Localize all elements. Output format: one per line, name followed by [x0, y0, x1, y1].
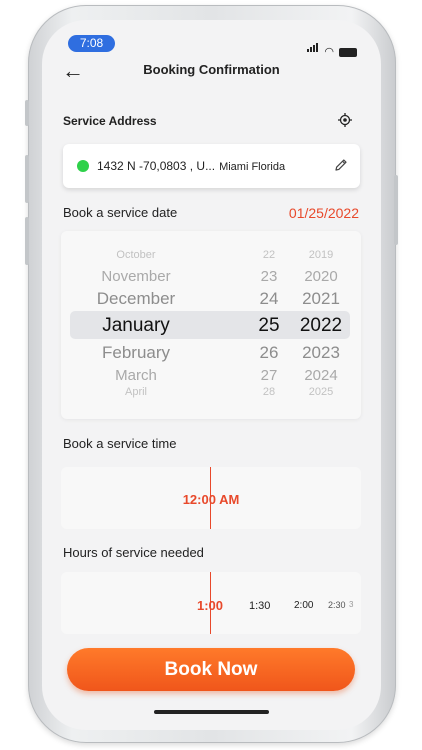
month-option[interactable]: December — [86, 289, 186, 309]
pencil-icon[interactable] — [334, 158, 348, 172]
wifi-icon: ◠ — [324, 46, 334, 58]
year-option[interactable]: 2021 — [286, 289, 356, 309]
hours-needed-label: Hours of service needed — [63, 545, 204, 560]
address-text: 1432 N -70,0803 , U... Miami Florida — [97, 159, 285, 173]
year-wheel[interactable]: 2019 2020 2021 2022 2023 2024 2025 — [286, 231, 356, 419]
selected-date: 01/25/2022 — [288, 205, 359, 221]
year-option[interactable]: 2020 — [286, 268, 356, 285]
hour-option[interactable]: 3 — [349, 600, 353, 609]
hour-option[interactable]: 2:30 — [328, 600, 346, 610]
signal-icon — [307, 39, 319, 57]
status-dot — [77, 160, 89, 172]
month-option[interactable]: October — [86, 249, 186, 261]
address-city: Miami Florida — [219, 161, 286, 173]
home-indicator — [154, 710, 269, 714]
volume-down-button — [25, 217, 29, 265]
year-option[interactable]: 2019 — [286, 249, 356, 261]
battery-icon — [339, 48, 357, 57]
hour-option-selected[interactable]: 1:00 — [197, 598, 223, 613]
year-option[interactable]: 2023 — [286, 343, 356, 363]
volume-up-button — [25, 155, 29, 203]
date-picker[interactable]: October November December January Februa… — [61, 231, 361, 419]
service-date-label: Book a service date — [63, 205, 178, 220]
month-option[interactable]: February — [86, 343, 186, 363]
location-target-icon[interactable] — [338, 113, 352, 127]
selected-time: 12:00 AM — [182, 492, 240, 507]
month-option[interactable]: March — [86, 367, 186, 384]
address-card[interactable]: 1432 N -70,0803 , U... Miami Florida — [63, 144, 360, 188]
power-button — [394, 175, 398, 245]
year-option-selected[interactable]: 2022 — [286, 315, 356, 337]
service-address-label: Service Address — [63, 114, 157, 128]
hour-option[interactable]: 2:00 — [294, 600, 313, 611]
hour-option[interactable]: 1:30 — [249, 600, 270, 612]
status-time: 7:08 — [68, 35, 115, 52]
hours-selector[interactable]: 1:00 1:30 2:00 2:30 3 — [61, 572, 361, 634]
app-screen: 7:08 ◠ ← Booking Confirmation Service Ad… — [42, 20, 381, 730]
status-icons: ◠ — [307, 39, 357, 58]
month-option[interactable]: November — [86, 268, 186, 285]
month-option-selected[interactable]: January — [86, 315, 186, 337]
time-selector[interactable]: 12:00 AM — [61, 467, 361, 529]
year-option[interactable]: 2024 — [286, 367, 356, 384]
year-option[interactable]: 2025 — [286, 386, 356, 398]
month-wheel[interactable]: October November December January Februa… — [86, 231, 186, 419]
address-street: 1432 N -70,0803 , U... — [97, 159, 216, 173]
service-time-label: Book a service time — [63, 436, 177, 451]
mute-switch — [25, 100, 29, 126]
month-option[interactable]: April — [86, 386, 186, 398]
page-title: Booking Confirmation — [143, 62, 280, 77]
book-now-button[interactable]: Book Now — [67, 648, 355, 691]
